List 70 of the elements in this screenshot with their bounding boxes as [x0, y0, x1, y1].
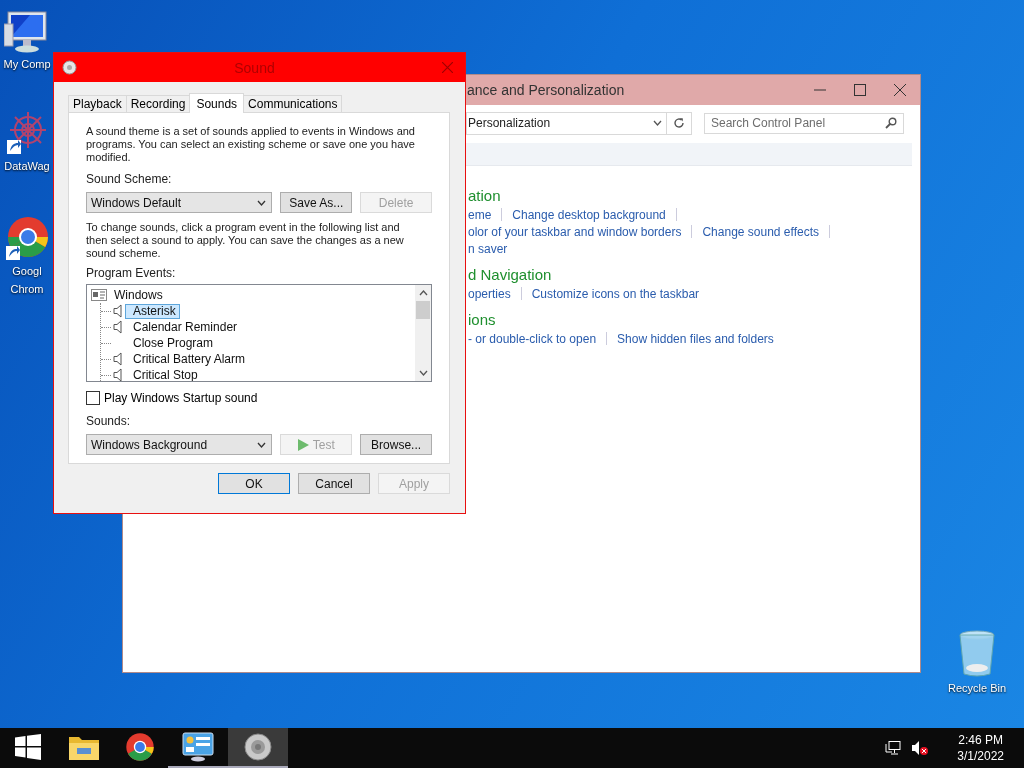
scroll-thumb[interactable] — [416, 301, 430, 319]
tab[interactable]: Sounds — [189, 93, 245, 113]
browse-button[interactable]: Browse... — [360, 434, 432, 455]
control-panel-icon — [182, 732, 214, 762]
windows-logo-icon — [15, 734, 41, 760]
sound-dropdown[interactable]: Windows Background — [86, 434, 273, 455]
chevron-down-icon — [257, 441, 267, 448]
task-link[interactable]: olor of your taskbar and window borders — [468, 224, 682, 239]
muted-speaker-icon — [911, 740, 930, 756]
task-link[interactable]: operties — [468, 286, 511, 301]
field-label: Sound Scheme: — [86, 172, 173, 186]
taskbar-button[interactable] — [228, 728, 288, 768]
tree-item[interactable]: Calendar Reminder — [125, 319, 242, 335]
network-icon — [885, 740, 902, 756]
tab[interactable]: Communications — [243, 95, 343, 112]
browser-icon — [4, 215, 50, 261]
search-field[interactable]: Search Control Panel — [704, 112, 904, 134]
icon-label[interactable]: My Comp — [3, 57, 51, 72]
window-title: Sound — [233, 59, 276, 76]
list-icon — [91, 289, 107, 301]
tab[interactable]: Recording — [125, 95, 191, 112]
tab[interactable]: Playback — [68, 95, 127, 112]
scroll-down-icon[interactable] — [418, 370, 428, 376]
description-text: A sound theme is a set of sounds applied to events in Windows and programs. You can select an existing scheme or save one you have modified. — [86, 125, 416, 164]
icon-label[interactable]: DataWag — [4, 159, 50, 174]
instructions-text: To change sounds, click a program event in the following list and then select a sound to apply. You can save the changes as a new sound scheme. — [86, 221, 405, 260]
close-icon — [894, 84, 906, 96]
dialog-button[interactable]: OK — [218, 473, 290, 494]
category-heading[interactable]: ions — [468, 310, 920, 330]
task-link[interactable]: Customize icons on the taskbar — [531, 286, 700, 301]
checkbox[interactable] — [86, 391, 100, 405]
scheme-dropdown[interactable]: Windows Default — [86, 192, 273, 213]
category-heading[interactable]: ation — [468, 186, 920, 206]
play-icon — [297, 438, 309, 451]
dialog-button[interactable]: Save As... — [280, 192, 353, 213]
field-label: Program Events: — [86, 266, 177, 280]
task-link[interactable]: Show hidden files and folders — [617, 331, 774, 346]
search-icon — [885, 117, 897, 129]
tree-item[interactable]: Close Program — [125, 335, 218, 351]
task-link[interactable]: Change sound effects — [702, 224, 819, 239]
event-list[interactable]: Windows Asterisk Calendar Reminder Close Program Critical Battery Alarm Critical Stop — [86, 284, 432, 382]
icon-label[interactable]: Recycle Bin — [947, 681, 1007, 696]
computer-icon — [4, 10, 50, 54]
field-label: Sounds: — [86, 414, 132, 428]
disk-icon — [62, 60, 77, 75]
task-link[interactable]: n saver — [468, 241, 508, 256]
task-link[interactable]: Change desktop background — [512, 207, 666, 222]
chevron-down-icon — [257, 199, 267, 206]
icon-label[interactable]: Googl — [12, 264, 42, 279]
refresh-icon — [673, 117, 685, 129]
tree-item[interactable]: Asterisk — [125, 303, 180, 319]
browser-icon — [125, 732, 155, 762]
task-link[interactable]: - or double-click to open — [468, 331, 597, 346]
checkbox-label[interactable]: Play Windows Startup sound — [104, 391, 258, 405]
clock-time[interactable]: 2:46 PM — [958, 732, 1003, 748]
speaker-icon — [243, 732, 273, 762]
dialog-button[interactable]: Cancel — [298, 473, 370, 494]
clock-date[interactable]: 3/1/2022 — [957, 748, 1004, 764]
trash-bin-icon — [957, 630, 997, 678]
scrollbar[interactable] — [415, 285, 431, 381]
icon-label[interactable]: Chrom — [10, 282, 44, 297]
task-link[interactable]: eme — [468, 207, 492, 222]
tree-item[interactable]: Critical Battery Alarm — [125, 351, 250, 367]
category-heading[interactable]: d Navigation — [468, 265, 920, 285]
scroll-up-icon[interactable] — [418, 290, 428, 296]
maximize-icon — [854, 84, 866, 96]
tree-item[interactable]: Windows — [112, 287, 167, 303]
chevron-down-icon — [652, 120, 662, 126]
tree-item[interactable]: Critical Stop — [125, 367, 202, 381]
window-title: ance and Personalization — [467, 82, 626, 98]
